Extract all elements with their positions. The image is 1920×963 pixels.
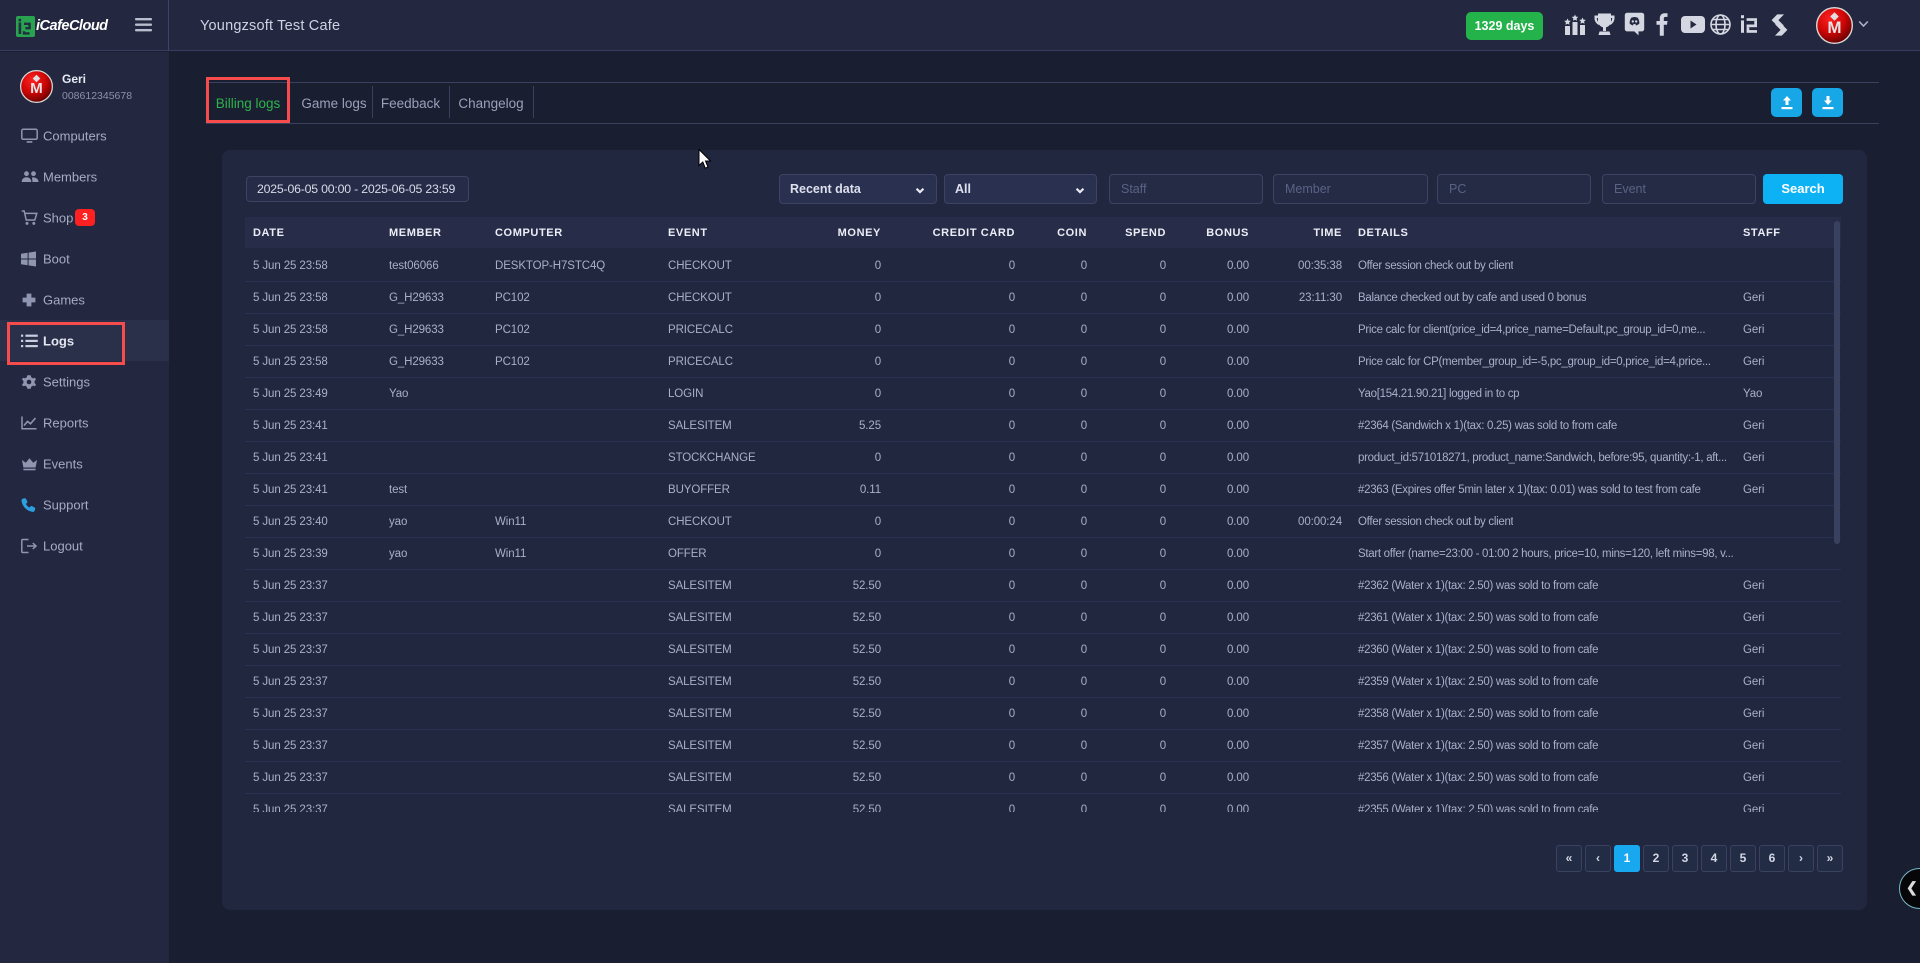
svg-text:M: M	[30, 80, 43, 97]
svg-text:M: M	[1827, 18, 1841, 37]
